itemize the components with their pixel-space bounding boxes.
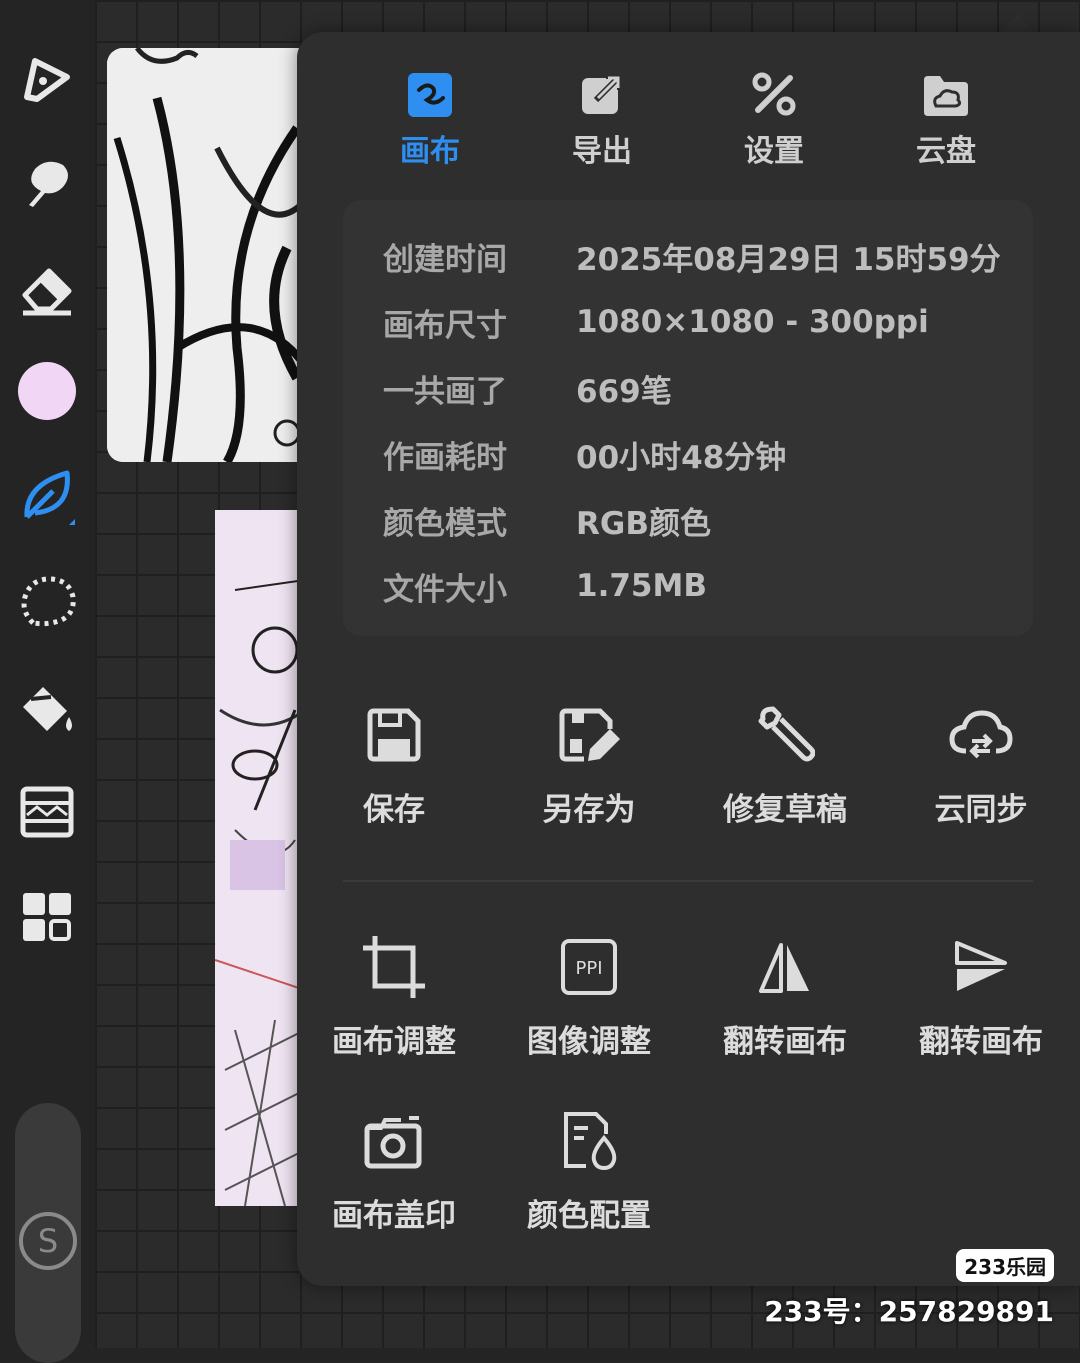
info-row-file-size: 文件大小 1.75MB: [383, 566, 707, 608]
lasso-icon[interactable]: [14, 568, 80, 634]
tab-cloud-drive[interactable]: 云盘: [886, 64, 1006, 170]
canvas-info-box: 创建时间 2025年08月29日 15时59分 画布尺寸 1080×1080 -…: [343, 200, 1033, 636]
info-row-created: 创建时间 2025年08月29日 15时59分: [383, 236, 1001, 278]
info-row-duration: 作画耗时 00小时48分钟: [383, 434, 787, 476]
save-icon: [309, 700, 479, 770]
flip-horizontal-icon: [700, 932, 870, 1002]
grid-icon[interactable]: [14, 884, 80, 950]
save-as-button[interactable]: 另存为: [504, 700, 674, 829]
flip-vertical-button[interactable]: 翻转画布: [896, 932, 1066, 1061]
info-value: 2025年08月29日 15时59分: [576, 241, 1001, 278]
canvas-icon: [370, 64, 490, 118]
crop-icon: [309, 932, 479, 1002]
wrench-icon: [700, 700, 870, 770]
ppi-icon: PPI: [504, 932, 674, 1002]
info-key: 颜色模式: [383, 505, 507, 542]
info-value: RGB颜色: [576, 505, 711, 542]
color-profile-button[interactable]: 颜色配置: [504, 1106, 674, 1235]
tab-export[interactable]: 导出: [542, 64, 662, 170]
info-key: 作画耗时: [383, 439, 507, 476]
leaf-brush-icon[interactable]: [14, 462, 80, 528]
tab-settings[interactable]: 设置: [714, 64, 834, 170]
repair-draft-button[interactable]: 修复草稿: [700, 700, 870, 829]
artwork-preview-top: [107, 48, 307, 462]
eraser-icon[interactable]: [14, 256, 80, 322]
cloud-sync-button[interactable]: 云同步: [896, 700, 1066, 829]
settings-icon: [714, 64, 834, 118]
save-button[interactable]: 保存: [309, 700, 479, 829]
image-adjust-button[interactable]: PPI 图像调整: [504, 932, 674, 1061]
s-logo-icon[interactable]: S: [17, 1210, 79, 1272]
cloud-sync-icon: [896, 700, 1066, 770]
info-row-size: 画布尺寸 1080×1080 - 300ppi: [383, 302, 929, 344]
export-icon: [542, 64, 662, 118]
layers-icon[interactable]: [14, 778, 80, 844]
bucket-icon[interactable]: [14, 674, 80, 740]
save-as-icon: [504, 700, 674, 770]
divider: [343, 880, 1033, 882]
info-value: 00小时48分钟: [576, 439, 787, 476]
info-key: 创建时间: [383, 241, 507, 278]
info-value: 1.75MB: [576, 568, 707, 604]
canvas-stamp-button[interactable]: 画布盖印: [309, 1106, 479, 1235]
smudge-icon[interactable]: [14, 150, 80, 216]
flip-vertical-icon: [896, 932, 1066, 1002]
info-row-strokes: 一共画了 669笔: [383, 368, 672, 410]
info-key: 文件大小: [383, 571, 507, 608]
info-key: 画布尺寸: [383, 307, 507, 344]
info-row-color-mode: 颜色模式 RGB颜色: [383, 500, 711, 542]
watermark: 233乐园 233号：257829891: [764, 1249, 1054, 1330]
watermark-logo: 233乐园: [956, 1249, 1054, 1282]
camera-icon: [309, 1106, 479, 1176]
svg-text:PPI: PPI: [575, 958, 602, 979]
color-profile-icon: [504, 1106, 674, 1176]
left-toolbar: S: [0, 0, 95, 1363]
pen-tool-icon[interactable]: [14, 44, 80, 110]
color-swatch[interactable]: [18, 362, 76, 420]
info-value: 1080×1080 - 300ppi: [576, 304, 929, 340]
flip-horizontal-button[interactable]: 翻转画布: [700, 932, 870, 1061]
tab-canvas[interactable]: 画布: [370, 64, 490, 170]
artwork-preview-bottom: [215, 510, 305, 1206]
panel-pointer: [1000, 14, 1036, 34]
info-value: 669笔: [576, 373, 672, 410]
canvas-adjust-button[interactable]: 画布调整: [309, 932, 479, 1061]
cloud-drive-icon: [886, 64, 1006, 118]
watermark-text: 233号：257829891: [764, 1295, 1054, 1328]
info-key: 一共画了: [383, 373, 507, 410]
svg-text:S: S: [38, 1222, 58, 1260]
